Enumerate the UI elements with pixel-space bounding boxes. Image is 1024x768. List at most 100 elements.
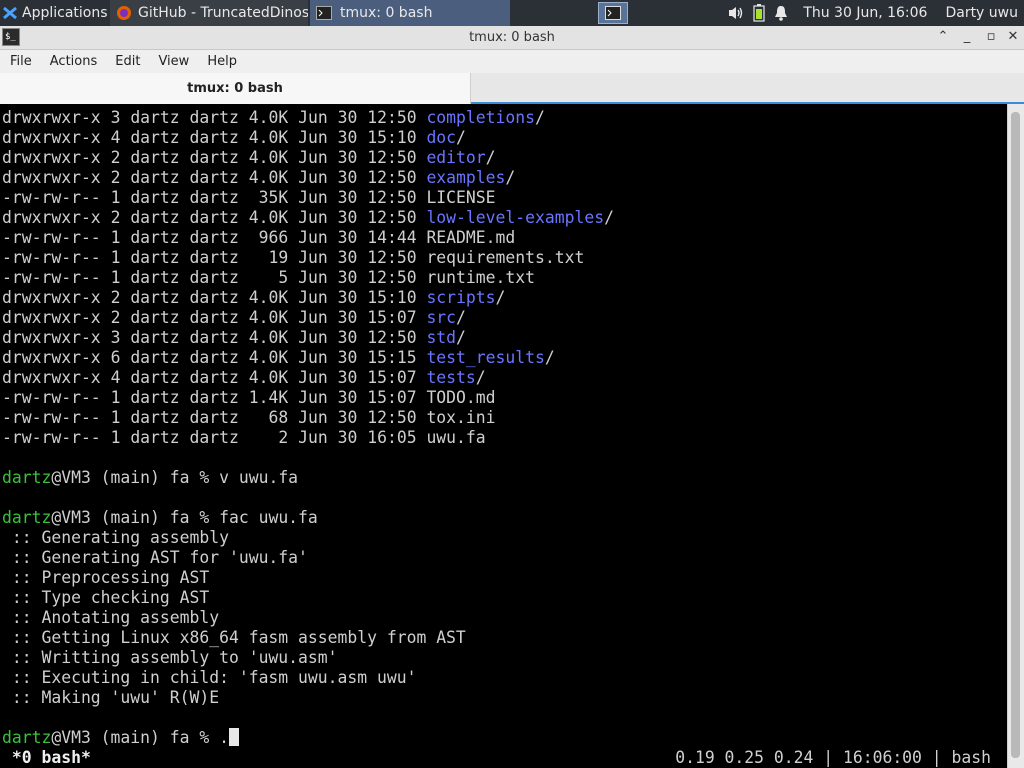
compiler-message: :: Generating assembly <box>2 528 229 547</box>
file-month: Jun <box>298 148 328 167</box>
minimize-icon[interactable]: _ <box>958 28 976 46</box>
menu-file[interactable]: File <box>0 54 40 69</box>
notification-bell-icon[interactable] <box>773 5 789 21</box>
listing-row: -rw-rw-r-- 1 dartz dartz 68 Jun 30 12:50… <box>2 408 496 428</box>
firefox-icon <box>116 5 132 21</box>
file-permissions: drwxrwxr-x <box>2 108 101 127</box>
file-name: low-level-examples <box>426 208 605 227</box>
file-permissions: -rw-rw-r-- <box>2 248 101 267</box>
file-time: 16:05 <box>367 428 417 447</box>
tab-tmux-bash[interactable]: tmux: 0 bash <box>0 73 471 104</box>
file-month: Jun <box>298 368 328 387</box>
compiler-output-line: :: Writting assembly to 'uwu.asm' <box>2 648 338 668</box>
file-time: 12:50 <box>367 108 417 127</box>
terminal-view[interactable]: drwxrwxr-x 3 dartz dartz 4.0K Jun 30 12:… <box>0 104 1007 768</box>
file-day: 30 <box>337 348 358 367</box>
menu-edit[interactable]: Edit <box>105 54 148 69</box>
menu-actions[interactable]: Actions <box>40 54 106 69</box>
close-icon[interactable]: ✕ <box>1004 28 1022 46</box>
listing-row: -rw-rw-r-- 1 dartz dartz 35K Jun 30 12:5… <box>2 188 496 208</box>
prompt-command: v uwu.fa <box>219 468 299 487</box>
compiler-output-line: :: Generating AST for 'uwu.fa' <box>2 548 308 568</box>
file-links: 6 <box>110 348 121 367</box>
workspace-terminal-button[interactable] <box>598 2 628 24</box>
menu-view[interactable]: View <box>148 54 197 69</box>
applications-menu[interactable]: Applications ≡ <box>0 0 108 26</box>
file-size: 5 <box>278 268 289 287</box>
maximize-icon[interactable]: ▫ <box>982 28 1000 46</box>
file-owner: dartz <box>130 128 180 147</box>
file-name: runtime.txt <box>426 268 535 287</box>
file-permissions: -rw-rw-r-- <box>2 188 101 207</box>
file-links: 2 <box>110 168 121 187</box>
file-month: Jun <box>298 108 328 127</box>
file-permissions: drwxrwxr-x <box>2 348 101 367</box>
compiler-message: :: Executing in child: 'fasm uwu.asm uwu… <box>2 668 417 687</box>
clock[interactable]: Thu 30 Jun, 16:06 <box>803 5 927 21</box>
terminal-icon <box>605 6 621 20</box>
taskbar-item-firefox[interactable]: GitHub - TruncatedDinos... <box>110 0 308 26</box>
file-owner: dartz <box>130 188 180 207</box>
file-size: 4.0K <box>248 108 289 127</box>
compiler-message: :: Getting Linux x86_64 fasm assembly fr… <box>2 628 466 647</box>
compiler-output-line: :: Generating assembly <box>2 528 229 548</box>
file-group: dartz <box>189 328 239 347</box>
file-month: Jun <box>298 228 328 247</box>
chevron-up-icon[interactable]: ⌃ <box>934 28 952 46</box>
file-day: 30 <box>337 408 358 427</box>
file-group: dartz <box>189 388 239 407</box>
file-day: 30 <box>337 188 358 207</box>
system-tray: Thu 30 Jun, 16:06 Darty uwu <box>727 4 1024 22</box>
file-links: 4 <box>110 128 121 147</box>
top-panel: Applications ≡ GitHub - TruncatedDinos..… <box>0 0 1024 26</box>
file-size: 4.0K <box>248 148 289 167</box>
file-time: 12:50 <box>367 328 417 347</box>
scrollbar-thumb[interactable] <box>1011 112 1020 758</box>
window-titlebar[interactable]: $_ tmux: 0 bash ⌃ _ ▫ ✕ <box>0 26 1024 50</box>
file-time: 12:50 <box>367 248 417 267</box>
compiler-output-line: :: Executing in child: 'fasm uwu.asm uwu… <box>2 668 417 688</box>
file-month: Jun <box>298 428 328 447</box>
file-links: 3 <box>110 328 121 347</box>
listing-row: -rw-rw-r-- 1 dartz dartz 966 Jun 30 14:4… <box>2 228 515 248</box>
file-day: 30 <box>337 428 358 447</box>
taskbar-item-terminal[interactable]: tmux: 0 bash <box>310 0 510 26</box>
file-owner: dartz <box>130 288 180 307</box>
file-time: 12:50 <box>367 208 417 227</box>
tmux-status-window: *0 bash* <box>2 748 91 767</box>
file-day: 30 <box>337 308 358 327</box>
file-day: 30 <box>337 388 358 407</box>
menu-help[interactable]: Help <box>197 54 245 69</box>
file-name: tox.ini <box>426 408 496 427</box>
file-name: completions <box>426 108 535 127</box>
volume-icon[interactable] <box>727 5 745 21</box>
battery-icon[interactable] <box>753 4 765 22</box>
prompt-user: dartz <box>2 728 52 747</box>
file-links: 2 <box>110 208 121 227</box>
compiler-message: :: Generating AST for 'uwu.fa' <box>2 548 308 567</box>
file-time: 12:50 <box>367 408 417 427</box>
file-links: 1 <box>110 268 121 287</box>
taskbar-item-label: GitHub - TruncatedDinos... <box>138 5 308 21</box>
listing-row: -rw-rw-r-- 1 dartz dartz 2 Jun 30 16:05 … <box>2 428 486 448</box>
scrollbar[interactable] <box>1007 104 1024 768</box>
listing-row: drwxrwxr-x 4 dartz dartz 4.0K Jun 30 15:… <box>2 368 486 387</box>
prompt-line: dartz@VM3 (main) fa % v uwu.fa <box>2 468 298 488</box>
file-size: 4.0K <box>248 288 289 307</box>
file-permissions: drwxrwxr-x <box>2 328 101 347</box>
tab-bar: tmux: 0 bash <box>0 73 1024 104</box>
file-owner: dartz <box>130 348 180 367</box>
file-size: 4.0K <box>248 208 289 227</box>
user-menu[interactable]: Darty uwu <box>945 5 1018 21</box>
file-name: editor <box>426 148 486 167</box>
file-month: Jun <box>298 388 328 407</box>
file-month: Jun <box>298 408 328 427</box>
menu-bar: File Actions Edit View Help <box>0 50 1024 73</box>
compiler-output-line: :: Getting Linux x86_64 fasm assembly fr… <box>2 628 466 648</box>
file-owner: dartz <box>130 408 180 427</box>
file-permissions: drwxrwxr-x <box>2 288 101 307</box>
file-permissions: drwxrwxr-x <box>2 308 101 327</box>
file-time: 14:44 <box>367 228 417 247</box>
file-group: dartz <box>189 368 239 387</box>
file-day: 30 <box>337 228 358 247</box>
